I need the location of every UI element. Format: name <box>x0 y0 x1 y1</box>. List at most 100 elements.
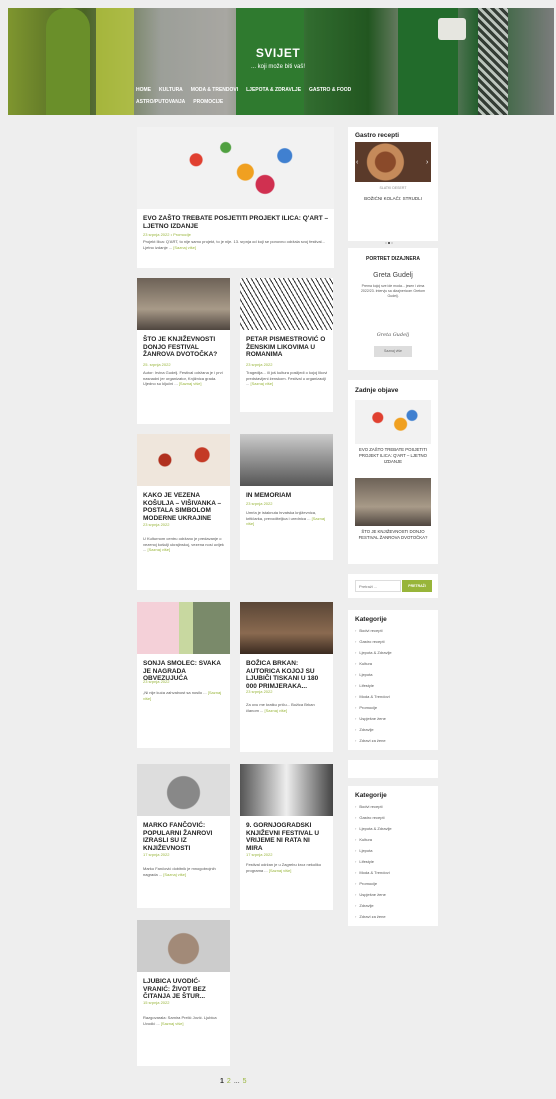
post-title[interactable]: EVO ZAŠTO TREBATE POSJETITI PROJEKT ILIC… <box>143 215 329 230</box>
latest-item-2[interactable]: ŠTO JE KNJIŽEVNOSTI DONJO FESTIVAL ŽANRO… <box>355 529 431 541</box>
post-card[interactable]: PETAR PISMESTROVIĆ O ŽENSKIM LIKOVIMA U … <box>240 278 333 412</box>
post-date: 15 srpnja 2022 <box>143 1000 170 1005</box>
widget-spacer <box>348 760 438 778</box>
post-thumb-gornjogradski[interactable] <box>240 764 333 816</box>
page-link-2[interactable]: 2 <box>227 1078 231 1085</box>
read-more-link[interactable]: [Saznaj više] <box>250 381 273 386</box>
post-thumb-vyshyvanka[interactable] <box>137 434 230 486</box>
category-link[interactable]: Uspješne žene <box>355 716 385 721</box>
post-title[interactable]: KAKO JE VEZENA KOŠULJA – VIŠIVANKA – POS… <box>143 492 225 522</box>
category-link[interactable]: Kultura <box>355 837 372 842</box>
category-link[interactable]: Ljepota & Zdravlje <box>355 826 391 831</box>
category-link[interactable]: Lifestyle <box>355 683 374 688</box>
post-thumb-glass-art[interactable] <box>137 127 334 209</box>
read-more-link[interactable]: [Saznaj više] <box>147 547 170 552</box>
nav-item-astro[interactable]: Astro/Putovanja <box>136 96 185 108</box>
read-more-link[interactable]: [Saznaj više] <box>161 1021 184 1026</box>
model-figure-left <box>46 8 90 115</box>
site-tagline: ... koji može biti vaš! <box>250 64 306 70</box>
post-thumb-festival[interactable] <box>137 278 230 330</box>
read-more-link[interactable]: [Saznaj više] <box>173 245 196 250</box>
widget-categories-duplicate: Kategorije Bodvi recepti Gastro recepti … <box>348 786 438 926</box>
post-card-featured[interactable]: EVO ZAŠTO TREBATE POSJETITI PROJEKT ILIC… <box>137 127 334 268</box>
category-link[interactable]: Promocije <box>355 705 377 710</box>
post-title[interactable]: PETAR PISMESTROVIĆ O ŽENSKIM LIKOVIMA U … <box>246 336 328 359</box>
nav-item-promocije[interactable]: Promocije <box>193 96 223 108</box>
post-thumb-smolec[interactable] <box>137 602 230 654</box>
post-thumb-fancovic[interactable] <box>137 764 230 816</box>
widget-title: Zadnje objave <box>355 387 399 394</box>
post-card[interactable]: ŠTO JE KNJIŽEVNOSTI DONJO FESTIVAL ŽANRO… <box>137 278 230 424</box>
post-excerpt: Umrla je istaknuta hrvatska književnica,… <box>246 510 325 526</box>
nav-item-home[interactable]: Home <box>136 84 151 96</box>
category-link[interactable]: Zdravlje <box>355 903 373 908</box>
category-link[interactable]: Zdravlje <box>355 727 373 732</box>
post-card[interactable]: IN MEMORIAM 23 srpnja 2022 Umrla je ista… <box>240 434 333 560</box>
post-card[interactable]: KAKO JE VEZENA KOŠULJA – VIŠIVANKA – POS… <box>137 434 230 590</box>
post-card[interactable]: BOŽICA BRKAN: AUTORICA KOJOJ SU LJUBIČI … <box>240 602 333 752</box>
latest-thumb-1[interactable] <box>355 400 431 444</box>
search-input[interactable] <box>355 580 401 592</box>
category-link[interactable]: Ljepota & Zdravlje <box>355 650 391 655</box>
post-thumb-memoriam[interactable] <box>240 434 333 486</box>
read-more-link[interactable]: [Saznaj više] <box>163 872 186 877</box>
post-card[interactable]: 9. GORNJOGRADSKI KNJIŽEVNI FESTIVAL U VR… <box>240 764 333 910</box>
category-link[interactable]: Bodvi recepti <box>355 804 382 809</box>
post-card[interactable]: MARKO FANČOVIĆ: POPULARNI ŽANROVI IZRASL… <box>137 764 230 908</box>
slider-dots[interactable] <box>385 231 399 244</box>
post-date: 23 srpnja 2022 <box>246 501 273 506</box>
designer-more-button[interactable]: Saznaj više <box>374 346 412 357</box>
category-link[interactable]: Kultura <box>355 661 372 666</box>
widget-gastro: Gastro recepti ‹ › SLATKI DESERT BOŽIĆNI… <box>348 127 438 244</box>
page-link-1[interactable]: 1 <box>220 1078 224 1085</box>
read-more-link[interactable]: [Saznaj više] <box>269 868 292 873</box>
post-thumb-brkan[interactable] <box>240 602 333 654</box>
category-link[interactable]: Bodvi recepti <box>355 628 382 633</box>
nav-item-ljepota[interactable]: Ljepota & Zdravlje <box>246 84 301 96</box>
widget-categories: Kategorije Bodvi recepti Gastro recepti … <box>348 610 438 750</box>
site-title[interactable]: SVIJET <box>0 46 556 60</box>
post-excerpt: Projekt Ilica: Q'ART, to nije samo proje… <box>143 239 325 250</box>
latest-item-1[interactable]: EVO ZAŠTO TREBATE POSJETITI PROJEKT ILIC… <box>355 447 431 465</box>
widget-title: Kategorije <box>355 792 387 799</box>
search-button[interactable]: PRETRAŽI <box>402 580 432 592</box>
post-title[interactable]: LJUBICA UVODIĆ-VRANIĆ: ŽIVOT BEZ ČITANJA… <box>143 978 225 1001</box>
category-link[interactable]: Uspješne žene <box>355 892 385 897</box>
post-title[interactable]: 9. GORNJOGRADSKI KNJIŽEVNI FESTIVAL U VR… <box>246 822 328 852</box>
latest-thumb-2[interactable] <box>355 478 431 526</box>
widget-latest-posts: Zadnje objave EVO ZAŠTO TREBATE POSJETIT… <box>348 380 438 564</box>
category-link[interactable]: Promocije <box>355 881 377 886</box>
post-card[interactable]: SONJA SMOLEC: SVAKA JE NAGRADA OBVEZUJUĆ… <box>137 602 230 748</box>
post-excerpt: Razgovarala: Samira Prelić Jović. Ljubic… <box>143 1015 217 1026</box>
designer-name: Greta Gudelj <box>373 272 413 279</box>
post-thumb-uvodic[interactable] <box>137 920 230 972</box>
category-link[interactable]: Zdravi za žene <box>355 914 385 919</box>
category-link[interactable]: Ljepota <box>355 848 372 853</box>
nav-item-kultura[interactable]: Kultura <box>159 84 183 96</box>
slider-next-icon[interactable]: › <box>426 159 428 166</box>
nav-item-moda[interactable]: Moda & Trendovi <box>191 84 238 96</box>
slider-prev-icon[interactable]: ‹ <box>356 159 358 166</box>
gastro-slider-image[interactable] <box>355 142 431 182</box>
model-figure-left2 <box>96 8 134 115</box>
post-date: 25. srpnja 2022 <box>143 362 171 367</box>
post-title[interactable]: BOŽICA BRKAN: AUTORICA KOJOJ SU LJUBIČI … <box>246 660 328 690</box>
page-link-last[interactable]: 5 <box>243 1078 247 1085</box>
gastro-post-title[interactable]: BOŽIĆNI KOLAČI: STRUDLI <box>355 196 431 201</box>
post-title[interactable]: ŠTO JE KNJIŽEVNOSTI DONJO FESTIVAL ŽANRO… <box>143 336 225 359</box>
category-link[interactable]: Ljepota <box>355 672 372 677</box>
post-thumb-comic[interactable] <box>240 278 333 330</box>
category-link[interactable]: Lifestyle <box>355 859 374 864</box>
category-link[interactable]: Gastro recepti <box>355 815 384 820</box>
category-link[interactable]: Gastro recepti <box>355 639 384 644</box>
post-excerpt: Tragedija... ili još kultura poslijedi o… <box>246 370 328 386</box>
read-more-link[interactable]: [Saznaj više] <box>264 708 287 713</box>
read-more-link[interactable]: [Saznaj više] <box>179 381 202 386</box>
nav-item-gastro[interactable]: Gastro & Food <box>309 84 351 96</box>
post-title[interactable]: IN MEMORIAM <box>246 492 328 500</box>
category-link[interactable]: Moda & Trendovi <box>355 870 389 875</box>
category-link[interactable]: Zdravi za žene <box>355 738 385 743</box>
category-link[interactable]: Moda & Trendovi <box>355 694 389 699</box>
post-card[interactable]: LJUBICA UVODIĆ-VRANIĆ: ŽIVOT BEZ ČITANJA… <box>137 920 230 1066</box>
post-title[interactable]: MARKO FANČOVIĆ: POPULARNI ŽANROVI IZRASL… <box>143 822 225 852</box>
